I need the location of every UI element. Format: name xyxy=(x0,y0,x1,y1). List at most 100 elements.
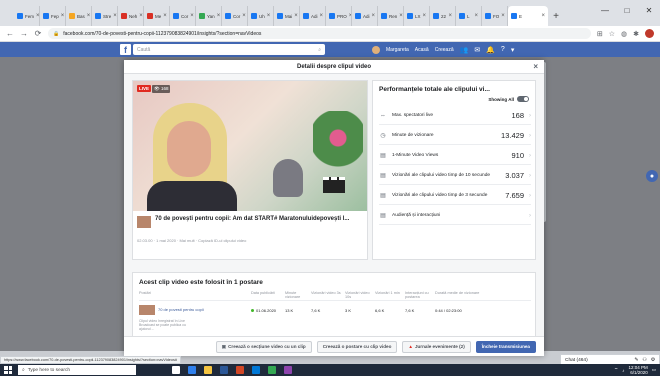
browser-tab[interactable]: Fep × xyxy=(40,6,66,26)
metric-row[interactable]: ▤ Vizionări ale clipului video timp de 10… xyxy=(379,167,531,185)
metric-row[interactable]: ⇔ Max. spectatori live 168 › xyxy=(379,107,531,125)
facebook-logo-icon[interactable]: f xyxy=(120,44,131,55)
browser-tab[interactable]: Cor × xyxy=(170,6,196,26)
column-header[interactable]: Vizionări video 10s xyxy=(345,291,375,300)
metric-row[interactable]: ◷ Minute de vizionare 13.429 › xyxy=(379,127,531,145)
notifications-center-icon[interactable]: ▭ xyxy=(652,367,656,373)
column-header[interactable]: Interacțiuni cu postarea xyxy=(405,291,435,300)
profile-avatar[interactable] xyxy=(645,29,654,38)
volume-icon[interactable]: ♪ xyxy=(622,368,624,373)
tab-close-icon[interactable]: × xyxy=(541,13,545,19)
metric-row[interactable]: ▤ 1-Minute Video Views 910 › xyxy=(379,147,531,165)
app-icon[interactable] xyxy=(284,366,292,374)
extension-icon[interactable]: ◍ xyxy=(621,30,627,38)
search-icon[interactable]: ⌕ xyxy=(318,47,321,53)
tab-close-icon[interactable]: × xyxy=(87,13,91,19)
showing-all-toggle[interactable]: Showing All xyxy=(488,96,529,102)
browser-tab[interactable]: Yan × xyxy=(196,6,222,26)
browser-tab[interactable]: Adi × xyxy=(352,6,378,26)
maximize-button[interactable]: □ xyxy=(616,0,638,20)
post-title-link[interactable]: 70 de povesti pentru copii xyxy=(158,307,204,312)
explorer-icon[interactable] xyxy=(204,366,212,374)
browser-tab[interactable]: PRO × xyxy=(326,6,352,26)
friends-icon[interactable]: 👥 xyxy=(460,46,469,54)
tab-close-icon[interactable]: × xyxy=(267,13,271,19)
chat-settings-icon[interactable]: ⚙ xyxy=(651,358,655,363)
tab-close-icon[interactable]: × xyxy=(294,13,298,19)
footer-button-2[interactable]: ▲ Jurnale evenimente (2) xyxy=(402,340,471,353)
close-window-button[interactable]: ✕ xyxy=(638,0,660,20)
column-header[interactable]: Data publicării xyxy=(251,291,285,300)
tab-close-icon[interactable]: × xyxy=(61,13,65,19)
browser-tab[interactable]: Stre × xyxy=(92,6,118,26)
close-icon[interactable]: × xyxy=(533,62,538,71)
tab-close-icon[interactable]: × xyxy=(372,13,376,19)
taskbar-search-input[interactable]: ⌕ Type here to search xyxy=(18,365,136,375)
reload-icon[interactable]: ⟳ xyxy=(34,29,42,38)
browser-tab[interactable]: Ren × xyxy=(378,6,404,26)
browser-tab[interactable]: FO × xyxy=(482,6,508,26)
tab-close-icon[interactable]: × xyxy=(399,13,403,19)
column-header[interactable]: Durată medie de vizionare xyxy=(435,291,485,300)
messenger-icon[interactable]: ✉ xyxy=(474,46,480,54)
metric-row[interactable]: ▤ Audiență și interacțiuni › xyxy=(379,207,531,225)
new-tab-button[interactable]: + xyxy=(548,6,564,26)
edge-icon[interactable] xyxy=(188,366,196,374)
tab-close-icon[interactable]: × xyxy=(190,13,194,19)
footer-button-1[interactable]: Creează o postare cu clip video xyxy=(316,340,398,353)
nav-create-link[interactable]: Creează xyxy=(435,47,454,53)
tab-close-icon[interactable]: × xyxy=(242,13,246,19)
tab-close-icon[interactable]: × xyxy=(163,13,167,19)
column-header[interactable]: Postări xyxy=(139,291,251,300)
new-message-icon[interactable]: ✎ xyxy=(634,358,638,363)
footer-button-3[interactable]: Încheie transmisiunea xyxy=(475,340,536,353)
video-title-link[interactable]: 70 de povești pentru copii: Am dat START… xyxy=(155,216,349,223)
windows-start-icon[interactable] xyxy=(4,366,12,374)
browser-tab[interactable]: LX × xyxy=(404,6,430,26)
help-icon[interactable]: ? xyxy=(501,46,505,53)
user-avatar[interactable] xyxy=(372,45,380,54)
browser-tab[interactable]: 22 × xyxy=(430,6,456,26)
tab-close-icon[interactable]: × xyxy=(448,13,452,19)
table-row[interactable]: 70 de povesti pentru copii 01.06.2020 13… xyxy=(139,303,531,317)
browser-tab[interactable]: Me × xyxy=(144,6,170,26)
browser-tab[interactable]: Uh × xyxy=(248,6,274,26)
user-name-link[interactable]: Margareta xyxy=(386,47,409,53)
tab-close-icon[interactable]: × xyxy=(320,13,324,19)
column-header[interactable]: Vizionări video 3s xyxy=(311,291,345,300)
column-header[interactable]: Vizionări 1 min xyxy=(375,291,405,300)
notifications-icon[interactable]: 🔔 xyxy=(486,46,495,54)
forward-icon[interactable]: → xyxy=(20,29,28,38)
browser-tab[interactable]: Neh × xyxy=(118,6,144,26)
side-action-icon[interactable]: ● xyxy=(646,170,658,182)
toggle-switch[interactable] xyxy=(517,96,529,102)
browser-tab[interactable]: Mai × xyxy=(274,6,300,26)
word-icon[interactable] xyxy=(220,366,228,374)
metric-row[interactable]: ▤ Vizionări ale clipului video timp de 3 … xyxy=(379,187,531,205)
chrome-icon[interactable] xyxy=(268,366,276,374)
tab-close-icon[interactable]: × xyxy=(113,13,117,19)
network-icon[interactable]: ⌔ xyxy=(614,367,618,373)
group-chat-icon[interactable]: ⚇ xyxy=(642,358,646,363)
minimize-button[interactable]: — xyxy=(594,0,616,20)
taskbar-clock[interactable]: 12:04 PM 6/1/2020 xyxy=(628,365,647,375)
account-menu-icon[interactable]: ▾ xyxy=(511,46,515,54)
translate-icon[interactable]: ⊞ xyxy=(597,30,603,38)
browser-tab[interactable]: Adi × xyxy=(300,6,326,26)
back-icon[interactable]: ← xyxy=(6,29,14,38)
browser-tab[interactable]: L × xyxy=(456,6,482,26)
tab-close-icon[interactable]: × xyxy=(217,13,221,19)
video-player[interactable]: LIVE 👁 168 xyxy=(133,81,367,211)
column-header[interactable]: Minute vizionare xyxy=(285,291,311,300)
task-view-icon[interactable] xyxy=(172,366,180,374)
browser-tab[interactable]: Fem × xyxy=(14,6,40,26)
tab-close-icon[interactable]: × xyxy=(423,13,427,19)
browser-tab[interactable]: Bas × xyxy=(66,6,92,26)
address-bar[interactable]: 🔒 facebook.com/70-de-povesti-pentru-copi… xyxy=(48,28,591,39)
powerpoint-icon[interactable] xyxy=(236,366,244,374)
facebook-search-input[interactable]: Caută ⌕ xyxy=(133,44,325,55)
tab-close-icon[interactable]: × xyxy=(36,13,39,19)
puzzle-icon[interactable]: ✱ xyxy=(633,30,639,38)
browser-tab-active[interactable]: E × xyxy=(508,6,548,26)
nav-home-link[interactable]: Acasă xyxy=(415,47,429,53)
